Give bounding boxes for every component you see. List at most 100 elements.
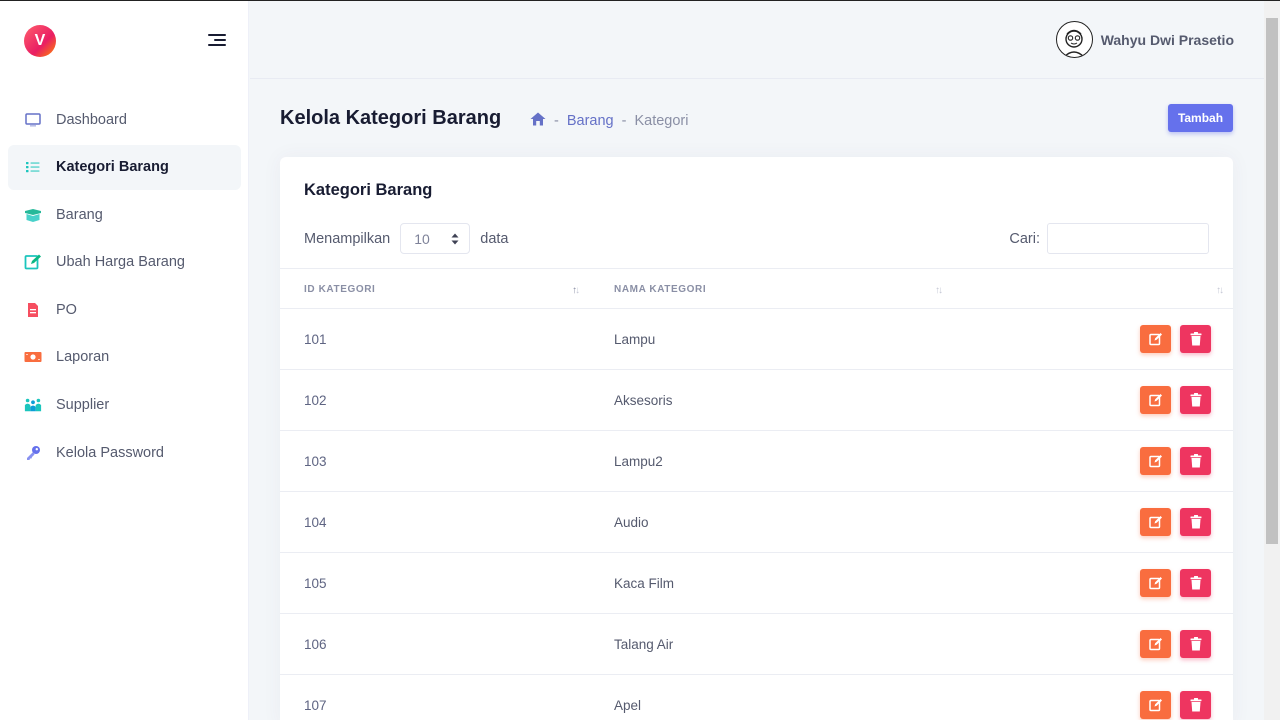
logo[interactable]: V (24, 25, 56, 57)
sidebar-item-kategori-barang[interactable]: Kategori Barang (8, 144, 241, 190)
box-icon (24, 206, 42, 224)
edit-icon (1148, 394, 1162, 407)
edit-button[interactable] (1140, 630, 1171, 658)
sort-icon[interactable]: ↑↓ (572, 285, 580, 296)
delete-button[interactable] (1180, 325, 1211, 353)
edit-icon (1148, 516, 1162, 529)
table-row: 102 Aksesoris (280, 370, 1233, 431)
add-button[interactable]: Tambah (1168, 104, 1233, 132)
edit-button[interactable] (1140, 508, 1171, 536)
delete-button[interactable] (1180, 386, 1211, 414)
column-header-id[interactable]: ID KATEGORI (304, 284, 375, 295)
sidebar-item-label: Ubah Harga Barang (56, 254, 185, 271)
delete-button[interactable] (1180, 630, 1211, 658)
breadcrumb: - Barang - Kategori (530, 112, 688, 130)
avatar (1055, 21, 1093, 58)
edit-icon (1148, 699, 1162, 712)
delete-button[interactable] (1180, 447, 1211, 475)
table-row: 106 Talang Air (280, 614, 1233, 675)
breadcrumb-current: Kategori (634, 113, 689, 129)
cell-id: 105 (304, 576, 327, 591)
user-name: Wahyu Dwi Prasetio (1100, 31, 1234, 48)
delete-button[interactable] (1180, 691, 1211, 719)
table-row: 103 Lampu2 (280, 431, 1233, 492)
edit-button[interactable] (1140, 447, 1171, 475)
edit-button[interactable] (1140, 569, 1171, 597)
sidebar-item-barang[interactable]: Barang (8, 192, 241, 237)
trash-icon (1190, 698, 1201, 712)
edit-icon (1148, 455, 1162, 468)
breadcrumb-separator: - (621, 113, 627, 129)
edit-icon (1148, 333, 1162, 346)
sidebar-item-label: Kelola Password (56, 444, 164, 461)
table-row: 101 Lampu (280, 309, 1233, 370)
sidebar-item-label: Laporan (56, 349, 110, 366)
user-menu[interactable]: Wahyu Dwi Prasetio (1055, 21, 1234, 58)
page-length-value: 10 (414, 230, 430, 247)
page-length-select[interactable]: 10 (400, 223, 471, 254)
table-body: 101 Lampu 102 Aksesoris 103 Lampu2 104 A… (280, 309, 1233, 720)
sort-icon[interactable]: ↑↓ (935, 285, 943, 296)
trash-icon (1190, 637, 1201, 651)
cell-name: Kaca Film (614, 576, 675, 591)
cell-name: Apel (614, 698, 642, 713)
sidebar-item-dashboard[interactable]: Dashboard (8, 97, 241, 142)
trash-icon (1190, 332, 1201, 346)
cell-id: 106 (304, 637, 327, 652)
list-icon (24, 158, 42, 176)
sidebar-toggle-icon[interactable] (204, 32, 226, 50)
cell-name: Aksesoris (614, 393, 673, 408)
trash-icon (1190, 454, 1201, 468)
cell-name: Lampu (614, 332, 656, 347)
edit-icon (1148, 577, 1162, 590)
sidebar-item-supplier[interactable]: Supplier (8, 383, 241, 428)
sidebar-menu: Dashboard Kategori Barang Barang Ubah Ha… (8, 97, 241, 478)
sidebar-item-laporan[interactable]: Laporan (8, 335, 241, 380)
category-table: ID KATEGORI ↑↓ NAMA KATEGORI ↑↓ ↑↓ 101 L… (280, 268, 1233, 720)
table-row: 107 Apel (280, 675, 1233, 720)
breadcrumb-separator: - (554, 113, 559, 129)
column-header-name[interactable]: NAMA KATEGORI (614, 284, 706, 295)
cell-id: 107 (304, 698, 327, 713)
cell-name: Lampu2 (614, 454, 663, 469)
table-header: ID KATEGORI ↑↓ NAMA KATEGORI ↑↓ ↑↓ (280, 268, 1233, 309)
page-title: Kelola Kategori Barang (280, 107, 502, 129)
edit-button[interactable] (1140, 325, 1171, 353)
table-row: 105 Kaca Film (280, 553, 1233, 614)
breadcrumb-link-barang[interactable]: Barang (567, 113, 614, 129)
edit-button[interactable] (1140, 691, 1171, 719)
top-header: Wahyu Dwi Prasetio (250, 1, 1264, 79)
cell-name: Talang Air (614, 637, 674, 652)
edit-icon (24, 253, 42, 271)
search-input[interactable] (1047, 223, 1209, 254)
length-suffix-label: data (480, 230, 509, 247)
sidebar: V Dashboard Kategori Barang Barang Ubah … (0, 1, 249, 720)
delete-button[interactable] (1180, 569, 1211, 597)
cell-id: 101 (304, 332, 327, 347)
edit-button[interactable] (1140, 386, 1171, 414)
sidebar-item-label: Dashboard (56, 111, 127, 128)
cell-id: 103 (304, 454, 327, 469)
key-icon (24, 444, 42, 462)
cell-id: 104 (304, 515, 327, 530)
page-scrollbar[interactable] (1264, 1, 1280, 720)
sidebar-item-label: Barang (56, 206, 103, 223)
delete-button[interactable] (1180, 508, 1211, 536)
search-control: Cari: (1009, 223, 1209, 254)
sidebar-item-label: Kategori Barang (56, 159, 169, 176)
avatar-face-icon (1063, 29, 1085, 57)
cell-id: 102 (304, 393, 327, 408)
cell-name: Audio (614, 515, 649, 530)
card-title: Kategori Barang (304, 181, 433, 199)
sidebar-item-ubah-harga-barang[interactable]: Ubah Harga Barang (8, 240, 241, 285)
scrollbar-thumb[interactable] (1266, 18, 1278, 544)
table-row: 104 Audio (280, 492, 1233, 553)
sidebar-item-kelola-password[interactable]: Kelola Password (8, 430, 241, 475)
page-length-control: Menampilkan 10 data (304, 223, 508, 254)
select-arrows-icon (451, 233, 459, 244)
home-icon[interactable] (530, 112, 546, 130)
sidebar-item-po[interactable]: PO (8, 287, 241, 332)
sort-icon[interactable]: ↑↓ (1216, 285, 1224, 296)
brand: V (0, 1, 248, 81)
users-icon (24, 396, 42, 414)
